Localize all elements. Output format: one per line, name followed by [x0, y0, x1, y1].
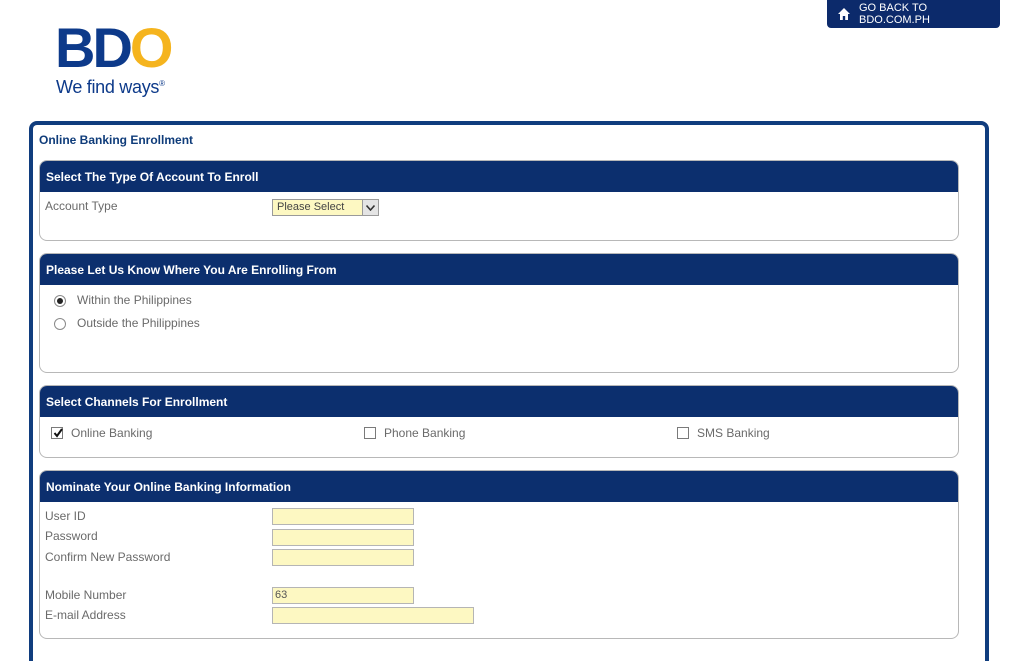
checkbox-label-sms: SMS Banking: [697, 426, 770, 440]
logo-wordmark: BDO: [55, 16, 173, 79]
location-section: Please Let Us Know Where You Are Enrolli…: [39, 253, 959, 373]
password-label: Password: [45, 529, 98, 543]
radio-within-philippines[interactable]: [54, 295, 66, 307]
section-heading: Nominate Your Online Banking Information: [40, 471, 958, 502]
mobile-number-label: Mobile Number: [45, 588, 127, 602]
logo-tagline: We find ways®: [56, 77, 165, 97]
user-id-label: User ID: [45, 509, 86, 523]
account-type-select[interactable]: Please Select: [272, 199, 379, 216]
mobile-number-input[interactable]: 63: [272, 587, 414, 604]
go-back-label: GO BACK TO BDO.COM.PH: [859, 2, 930, 26]
radio-label-within: Within the Philippines: [77, 293, 192, 307]
home-icon: [837, 7, 851, 21]
checkbox-sms-banking[interactable]: [677, 427, 689, 439]
page-title: Online Banking Enrollment: [39, 133, 194, 147]
checkbox-label-phone: Phone Banking: [384, 426, 466, 440]
email-label: E-mail Address: [45, 608, 126, 622]
checkbox-label-online: Online Banking: [71, 426, 153, 440]
enrollment-panel: Online Banking Enrollment Select The Typ…: [29, 121, 989, 661]
user-id-input[interactable]: [272, 508, 414, 525]
chevron-down-icon: [362, 200, 378, 215]
radio-outside-philippines[interactable]: [54, 318, 66, 330]
section-heading: Select The Type Of Account To Enroll: [40, 161, 958, 192]
section-heading: Please Let Us Know Where You Are Enrolli…: [40, 254, 958, 285]
radio-label-outside: Outside the Philippines: [77, 316, 200, 330]
go-back-button[interactable]: GO BACK TO BDO.COM.PH: [827, 0, 1000, 28]
channels-section: Select Channels For Enrollment Online Ba…: [39, 385, 959, 458]
checkbox-phone-banking[interactable]: [364, 427, 376, 439]
section-heading: Select Channels For Enrollment: [40, 386, 958, 417]
password-input[interactable]: [272, 529, 414, 546]
bdo-logo: BDO We find ways®: [55, 16, 205, 102]
account-type-section: Select The Type Of Account To Enroll Acc…: [39, 160, 959, 241]
checkbox-online-banking[interactable]: [51, 427, 63, 439]
check-icon: [53, 428, 63, 438]
account-type-value: Please Select: [277, 201, 345, 213]
email-input[interactable]: [272, 607, 474, 624]
confirm-password-label: Confirm New Password: [45, 550, 171, 564]
online-info-section: Nominate Your Online Banking Information…: [39, 470, 959, 639]
confirm-password-input[interactable]: [272, 549, 414, 566]
account-type-label: Account Type: [45, 199, 118, 213]
